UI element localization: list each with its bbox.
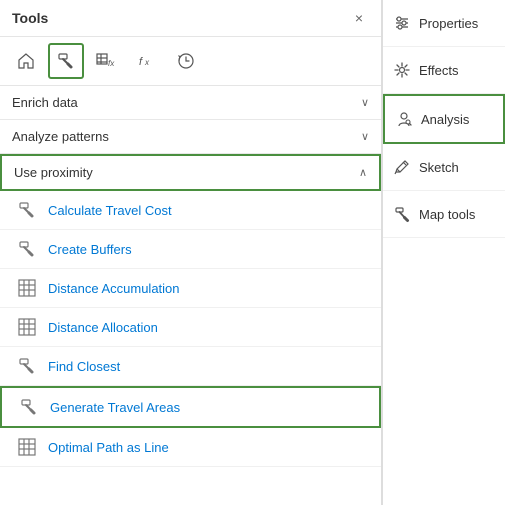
distance-allocation-label: Distance Allocation	[48, 320, 158, 335]
distance-accumulation-icon	[16, 277, 38, 299]
panel-header: Tools ×	[0, 0, 381, 37]
optimal-path-item[interactable]: Optimal Path as Line	[0, 428, 381, 467]
generate-travel-areas-icon	[18, 396, 40, 418]
tools-panel: Tools × fx	[0, 0, 382, 505]
fx-icon[interactable]: f x	[128, 43, 164, 79]
grid-fx-icon[interactable]: fx	[88, 43, 124, 79]
svg-text:fx: fx	[108, 59, 115, 68]
find-closest-label: Find Closest	[48, 359, 120, 374]
toolbar: fx f x	[0, 37, 381, 86]
create-buffers-label: Create Buffers	[48, 242, 132, 257]
sketch-label: Sketch	[419, 160, 459, 175]
sketch-item[interactable]: Sketch	[383, 144, 505, 191]
map-tools-icon	[393, 205, 411, 223]
analyze-patterns-section[interactable]: Analyze patterns ∨	[0, 120, 381, 154]
map-tools-item[interactable]: Map tools	[383, 191, 505, 238]
effects-label: Effects	[419, 63, 459, 78]
analysis-item[interactable]: Analysis	[383, 94, 505, 144]
distance-allocation-item[interactable]: Distance Allocation	[0, 308, 381, 347]
enrich-data-section[interactable]: Enrich data ∨	[0, 86, 381, 120]
properties-label: Properties	[419, 16, 478, 31]
use-proximity-section[interactable]: Use proximity ∧	[0, 154, 381, 191]
analyze-patterns-label: Analyze patterns	[12, 129, 109, 144]
use-proximity-label: Use proximity	[14, 165, 93, 180]
properties-icon	[393, 14, 411, 32]
history-icon[interactable]	[168, 43, 204, 79]
map-tools-label: Map tools	[419, 207, 475, 222]
analysis-label: Analysis	[421, 112, 469, 127]
generate-travel-areas-item[interactable]: Generate Travel Areas	[0, 386, 381, 428]
panel-title: Tools	[12, 10, 48, 26]
distance-allocation-icon	[16, 316, 38, 338]
enrich-data-chevron: ∨	[361, 96, 369, 109]
panel-content: Enrich data ∨ Analyze patterns ∨ Use pro…	[0, 86, 381, 505]
optimal-path-icon	[16, 436, 38, 458]
use-proximity-chevron: ∧	[359, 166, 367, 179]
create-buffers-item[interactable]: Create Buffers	[0, 230, 381, 269]
hammer-tool-icon[interactable]	[48, 43, 84, 79]
right-panel: Properties Effects	[382, 0, 505, 505]
find-closest-icon	[16, 355, 38, 377]
calculate-travel-cost-item[interactable]: Calculate Travel Cost	[0, 191, 381, 230]
effects-item[interactable]: Effects	[383, 47, 505, 94]
home-icon[interactable]	[8, 43, 44, 79]
properties-item[interactable]: Properties	[383, 0, 505, 47]
optimal-path-label: Optimal Path as Line	[48, 440, 169, 455]
effects-icon	[393, 61, 411, 79]
find-closest-item[interactable]: Find Closest	[0, 347, 381, 386]
analysis-icon	[395, 110, 413, 128]
svg-text:f: f	[139, 56, 143, 68]
sketch-icon	[393, 158, 411, 176]
svg-text:x: x	[144, 58, 150, 67]
distance-accumulation-item[interactable]: Distance Accumulation	[0, 269, 381, 308]
analyze-patterns-chevron: ∨	[361, 130, 369, 143]
close-button[interactable]: ×	[349, 8, 369, 28]
calculate-travel-cost-icon	[16, 199, 38, 221]
distance-accumulation-label: Distance Accumulation	[48, 281, 180, 296]
generate-travel-areas-label: Generate Travel Areas	[50, 400, 180, 415]
calculate-travel-cost-label: Calculate Travel Cost	[48, 203, 172, 218]
enrich-data-label: Enrich data	[12, 95, 78, 110]
create-buffers-icon	[16, 238, 38, 260]
